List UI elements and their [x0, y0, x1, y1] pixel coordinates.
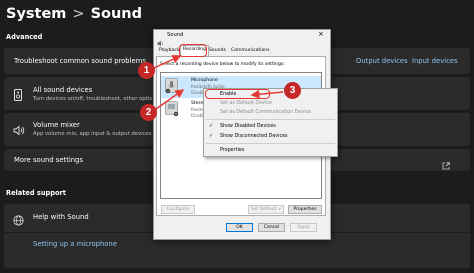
annotation-badge-2: 2 [140, 104, 157, 121]
annotation-badge-3: 3 [284, 82, 301, 99]
arrow-1 [153, 55, 182, 69]
annotation-badge-1: 1 [138, 62, 155, 79]
annotation-arrows [153, 55, 284, 110]
arrow-2 [155, 89, 185, 110]
arrow-3 [250, 89, 284, 99]
